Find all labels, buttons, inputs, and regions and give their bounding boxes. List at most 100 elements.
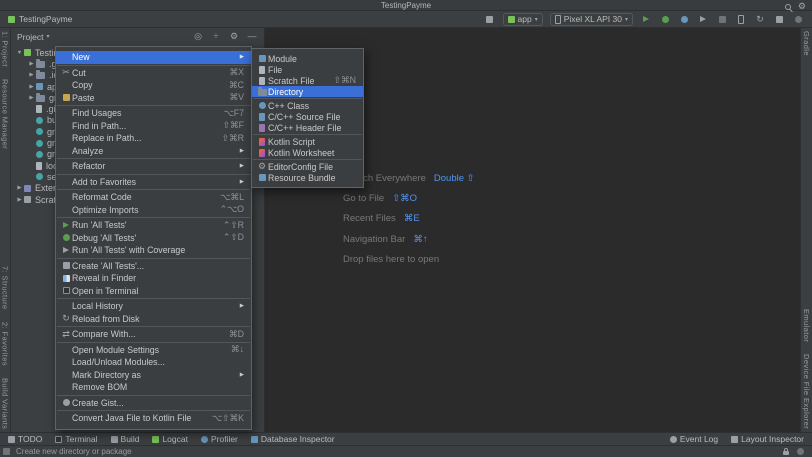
menu-item-local-history[interactable]: Local History▶ bbox=[56, 300, 251, 313]
github-icon bbox=[63, 399, 70, 406]
menu-item-reload-from-disk[interactable]: ↻Reload from Disk bbox=[56, 313, 251, 326]
bottom-tab-database-inspector[interactable]: Database Inspector bbox=[251, 434, 335, 444]
menu-item-mark-directory-as[interactable]: Mark Directory as▶ bbox=[56, 369, 251, 382]
collapsed-arrow-icon[interactable]: ▶ bbox=[27, 61, 36, 67]
menu-item-open-in-terminal[interactable]: Open in Terminal bbox=[56, 285, 251, 298]
bottom-tab-terminal[interactable]: Terminal bbox=[55, 434, 97, 444]
menu-item-find-usages[interactable]: Find Usages⌥F7 bbox=[56, 107, 251, 120]
menu-item-analyze[interactable]: Analyze▶ bbox=[56, 145, 251, 158]
debug-button[interactable] bbox=[659, 13, 671, 25]
gradle-sync-button[interactable]: ↻ bbox=[754, 13, 766, 25]
menu-item-open-module-settings[interactable]: Open Module Settings⌘↓ bbox=[56, 344, 251, 357]
build-hammer-icon[interactable] bbox=[484, 13, 496, 25]
collapsed-arrow-icon[interactable]: ▶ bbox=[15, 185, 24, 191]
menu-item-file[interactable]: File bbox=[252, 64, 363, 75]
menu-item-copy[interactable]: Copy⌘C bbox=[56, 79, 251, 92]
menu-item-compare-with[interactable]: ⇄Compare With...⌘D bbox=[56, 328, 251, 341]
menu-item-optimize-imports[interactable]: Optimize Imports⌃⌥O bbox=[56, 204, 251, 217]
layout-inspector-icon bbox=[731, 436, 738, 443]
properties-icon bbox=[36, 162, 42, 170]
tool-window-tab-2-favorites[interactable]: 2: Favorites bbox=[1, 322, 10, 366]
indexing-status-icon[interactable] bbox=[797, 448, 804, 455]
profiler-button[interactable] bbox=[678, 13, 690, 25]
settings-icon[interactable]: ⚙ bbox=[228, 31, 240, 43]
status-bar: Create new directory or package bbox=[0, 445, 812, 457]
menu-item-load-unload-modules[interactable]: Load/Unload Modules... bbox=[56, 356, 251, 369]
bottom-tab-layout-inspector[interactable]: Layout Inspector bbox=[731, 434, 804, 444]
tool-window-tab-1-project[interactable]: 1: Project bbox=[1, 31, 10, 67]
menu-item-replace-in-path[interactable]: Replace in Path...⇧⌘R bbox=[56, 132, 251, 145]
breadcrumb[interactable]: TestingPayme bbox=[19, 14, 72, 24]
device-select[interactable]: Pixel XL API 30 ▾ bbox=[550, 13, 633, 26]
run-button[interactable] bbox=[640, 13, 652, 25]
menu-item-refactor[interactable]: Refactor▶ bbox=[56, 160, 251, 173]
tool-window-tab-build-variants[interactable]: Build Variants bbox=[1, 378, 10, 429]
menu-item-label: Module bbox=[268, 54, 356, 64]
menu-item-run-all-tests[interactable]: Run 'All Tests'⌃⇧R bbox=[56, 219, 251, 232]
settings-gear-icon[interactable]: ⚙ bbox=[798, 2, 806, 11]
menu-item-reformat-code[interactable]: Reformat Code⌥⌘L bbox=[56, 191, 251, 204]
collapsed-arrow-icon[interactable]: ▶ bbox=[27, 95, 36, 101]
lock-icon[interactable] bbox=[783, 451, 789, 455]
menu-item-icon-slot bbox=[256, 77, 268, 85]
bottom-tab-event-log[interactable]: Event Log bbox=[670, 434, 718, 444]
menu-item-kotlin-worksheet[interactable]: Kotlin Worksheet bbox=[252, 147, 363, 158]
hide-icon[interactable]: — bbox=[246, 31, 258, 43]
menu-item-c-class[interactable]: C++ Class bbox=[252, 100, 363, 111]
collapsed-arrow-icon[interactable]: ▶ bbox=[15, 197, 24, 203]
menu-item-add-to-favorites[interactable]: Add to Favorites▶ bbox=[56, 176, 251, 189]
bottom-tab-logcat[interactable]: Logcat bbox=[152, 434, 188, 444]
tool-window-tab-gradle[interactable]: Gradle bbox=[802, 31, 811, 56]
collapsed-arrow-icon[interactable]: ▶ bbox=[27, 84, 36, 90]
hide-icon: — bbox=[248, 32, 257, 41]
menu-item-reveal-in-finder[interactable]: Reveal in Finder bbox=[56, 272, 251, 285]
menu-item-resource-bundle[interactable]: Resource Bundle bbox=[252, 172, 363, 183]
menu-item-paste[interactable]: Paste⌘V bbox=[56, 92, 251, 105]
search-icon[interactable] bbox=[785, 4, 791, 10]
run-icon bbox=[643, 16, 649, 22]
menu-item-cut[interactable]: ✂Cut⌘X bbox=[56, 67, 251, 80]
menu-item-c-c-source-file[interactable]: C/C++ Source File bbox=[252, 111, 363, 122]
menu-item-new[interactable]: New▶ bbox=[56, 51, 251, 64]
menu-item-label: Analyze bbox=[72, 146, 232, 156]
menu-item-create-gist[interactable]: Create Gist... bbox=[56, 397, 251, 410]
menu-item-run-all-tests-with-coverage[interactable]: Run 'All Tests' with Coverage bbox=[56, 244, 251, 257]
sdk-manager-button[interactable] bbox=[773, 13, 785, 25]
menu-item-create-all-tests[interactable]: Create 'All Tests'... bbox=[56, 260, 251, 273]
menu-item-c-c-header-file[interactable]: C/C++ Header File bbox=[252, 122, 363, 133]
menu-item-icon-slot bbox=[60, 262, 72, 269]
menu-item-scratch-file[interactable]: Scratch File⇧⌘N bbox=[252, 75, 363, 86]
tool-window-tab-device-file-explorer[interactable]: Device File Explorer bbox=[802, 354, 811, 429]
coverage-button[interactable] bbox=[697, 13, 709, 25]
menu-item-editorconfig-file[interactable]: ⚙EditorConfig File bbox=[252, 161, 363, 172]
tool-window-tab-7-structure[interactable]: 7: Structure bbox=[1, 266, 10, 310]
menu-item-icon-slot bbox=[60, 287, 72, 294]
tool-window-tab-resource-manager[interactable]: Resource Manager bbox=[1, 79, 10, 149]
tool-window-tab-emulator[interactable]: Emulator bbox=[802, 309, 811, 342]
menu-item-icon-slot bbox=[256, 88, 268, 96]
device-value: Pixel XL API 30 bbox=[564, 14, 622, 24]
locate-icon[interactable]: ◎ bbox=[192, 31, 204, 43]
menu-item-module[interactable]: Module bbox=[252, 53, 363, 64]
device-manager-button[interactable] bbox=[735, 13, 747, 25]
collapsed-arrow-icon[interactable]: ▶ bbox=[27, 72, 36, 78]
menu-item-debug-all-tests[interactable]: Debug 'All Tests'⌃⇧D bbox=[56, 232, 251, 245]
navigation-bar[interactable]: TestingPayme bbox=[8, 14, 72, 24]
menu-item-convert-java-file-to-kotlin-file[interactable]: Convert Java File to Kotlin File⌥⇧⌘K bbox=[56, 412, 251, 425]
tool-window-toggle-icon[interactable] bbox=[3, 448, 10, 455]
menu-item-remove-bom[interactable]: Remove BOM bbox=[56, 381, 251, 394]
bottom-tab-todo[interactable]: TODO bbox=[8, 434, 42, 444]
bottom-tab-profiler[interactable]: Profiler bbox=[201, 434, 238, 444]
project-panel-header: Project ▾ ◎÷⚙— bbox=[11, 28, 264, 45]
expanded-arrow-icon[interactable]: ▼ bbox=[15, 50, 24, 56]
menu-item-directory[interactable]: Directory bbox=[252, 86, 363, 97]
stop-button[interactable] bbox=[716, 13, 728, 25]
run-configuration-select[interactable]: app ▾ bbox=[503, 13, 543, 26]
menu-item-find-in-path[interactable]: Find in Path...⇧⌘F bbox=[56, 120, 251, 133]
collapse-all-icon[interactable]: ÷ bbox=[210, 31, 222, 43]
hint-shortcut: ⇧⌘O bbox=[392, 193, 417, 204]
project-view-selector[interactable]: Project bbox=[17, 32, 43, 42]
notifications-button[interactable] bbox=[792, 13, 804, 25]
menu-item-kotlin-script[interactable]: Kotlin Script bbox=[252, 136, 363, 147]
bottom-tab-build[interactable]: Build bbox=[111, 434, 140, 444]
